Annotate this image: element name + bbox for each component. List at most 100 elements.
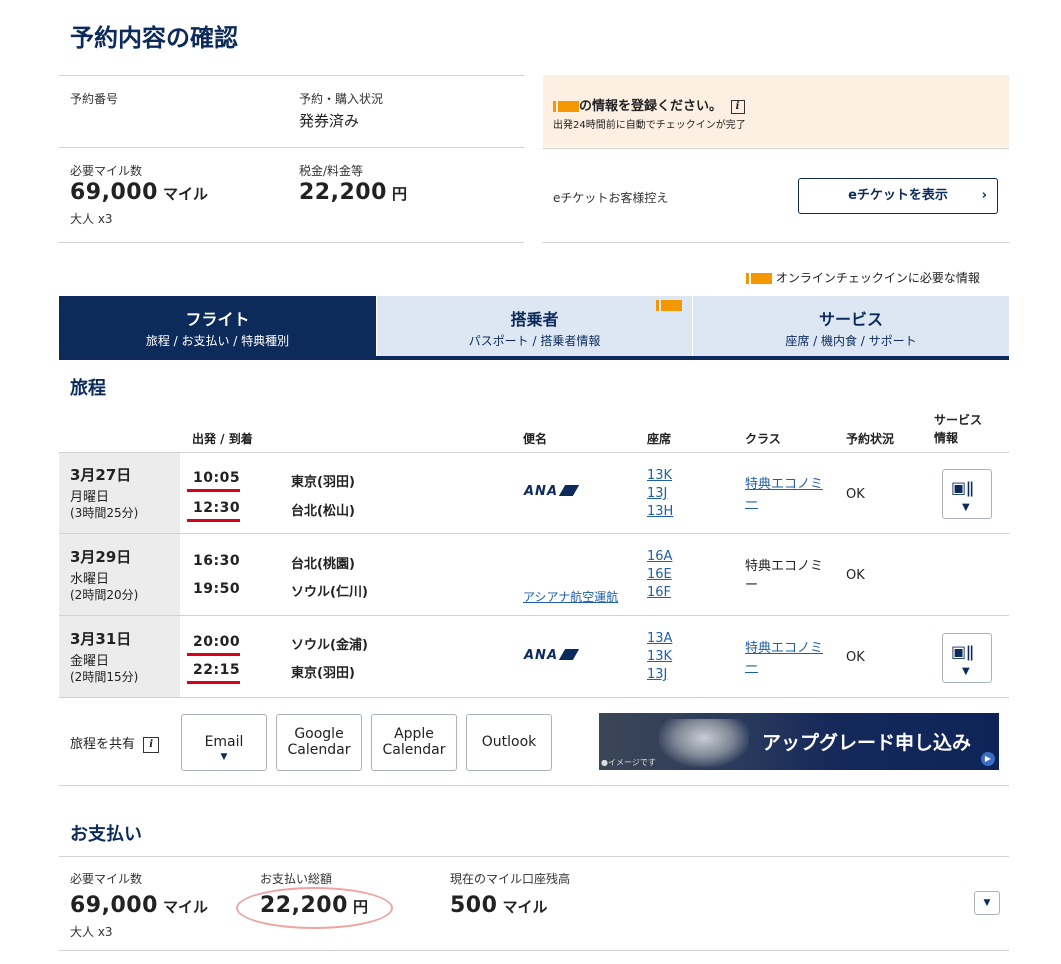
seat-link[interactable]: 13J — [647, 666, 672, 684]
payment-miles-amount: 69,000 マイル — [70, 893, 208, 918]
info-icon[interactable]: i — [143, 736, 160, 753]
seat-link[interactable]: 16E — [647, 566, 672, 584]
share-outlook-button[interactable]: Outlook — [466, 714, 552, 771]
tax-amount: 22,200 円 — [299, 180, 407, 205]
tab-service-sub: 座席 / 機内食 / サポート — [785, 334, 917, 348]
email-label: Email — [204, 734, 244, 750]
view-eticket-button[interactable]: eチケットを表示 › — [798, 178, 998, 214]
service-info-button[interactable]: ▣ǁ ▼ — [942, 469, 992, 519]
itinerary-heading: 旅程 — [70, 378, 106, 399]
checkin-notice: の情報を登録ください。 i 出発24時間前に自動でチェックインが完了 — [543, 75, 1009, 147]
row1-class[interactable]: 特典エコノミー — [745, 475, 835, 513]
tab-passenger[interactable]: 搭乗者 パスポート / 搭乗者情報 — [377, 296, 692, 356]
tax-label: 税金/料金等 — [299, 164, 364, 178]
balance-unit: マイル — [502, 898, 548, 916]
col-status: 予約状況 — [846, 432, 895, 446]
payment-miles-label: 必要マイル数 — [70, 872, 143, 886]
red-underline — [187, 681, 240, 684]
play-arrow-icon: ▶ — [981, 752, 995, 766]
row1-duration: (3時間25分) — [70, 506, 139, 520]
ticket-icon — [746, 273, 772, 284]
ticket-icon — [553, 101, 579, 112]
booking-number-label: 予約番号 — [70, 92, 119, 106]
col-seats: 座席 — [647, 432, 672, 446]
tab-service-title: サービス — [818, 310, 883, 329]
row1-airline: ANA — [524, 484, 559, 499]
upgrade-banner[interactable]: ●イメージです アップグレード申し込み ▶ — [599, 713, 999, 770]
balance-label: 現在のマイル口座残高 — [450, 872, 571, 886]
status-label: 予約・購入状況 — [299, 92, 384, 106]
service-info-button[interactable]: ▣ǁ ▼ — [942, 633, 992, 683]
tab-service[interactable]: サービス 座席 / 機内食 / サポート — [693, 296, 1009, 356]
chevron-down-icon: ▼ — [962, 666, 970, 677]
row1-arr-time: 12:30 — [193, 500, 241, 516]
google-calendar-label: Google Calendar — [287, 726, 351, 758]
banner-image — [659, 719, 749, 767]
row2-status: OK — [846, 568, 865, 583]
row2-date-cell: 3月29日 水曜日 (2時間20分) — [59, 534, 180, 615]
row3-dep-city: ソウル(金浦) — [291, 638, 368, 653]
checkin-legend-text: オンラインチェックインに必要な情報 — [775, 271, 980, 285]
col-flight: 便名 — [523, 432, 548, 446]
meal-icon: ▣ǁ — [951, 478, 974, 497]
red-underline — [187, 489, 240, 492]
tab-flight[interactable]: フライト 旅程 / お支払い / 特典種別 — [59, 296, 376, 356]
view-eticket-label: eチケットを表示 — [848, 188, 948, 203]
status-value: 発券済み — [299, 112, 360, 130]
row3-class[interactable]: 特典エコノミー — [745, 639, 835, 677]
row3-date: 3月31日 — [70, 630, 132, 648]
share-email-button[interactable]: Email ▼ — [181, 714, 267, 771]
row2-class: 特典エコノミー — [745, 559, 824, 593]
seat-link[interactable]: 13H — [647, 503, 673, 521]
red-underline — [187, 519, 240, 522]
apple-calendar-label: Apple Calendar — [382, 726, 446, 758]
seat-link[interactable]: 13K — [647, 467, 673, 485]
share-apple-calendar-button[interactable]: Apple Calendar — [371, 714, 457, 771]
seat-link[interactable]: 13A — [647, 630, 672, 648]
checkin-legend: オンラインチェックインに必要な情報 — [746, 269, 980, 286]
row2-duration: (2時間20分) — [70, 588, 139, 602]
notice-title: の情報を登録ください。 — [579, 99, 723, 114]
payment-passengers: 大人 x3 — [70, 925, 113, 939]
expand-payment-button[interactable]: ▼ — [974, 891, 1000, 915]
banner-text: アップグレード申し込み — [762, 732, 972, 754]
seat-link[interactable]: 13J — [647, 485, 673, 503]
tab-underline — [59, 356, 1009, 360]
chevron-right-icon: › — [981, 188, 987, 203]
row2-arr-time: 19:50 — [193, 581, 241, 597]
row2-date: 3月29日 — [70, 548, 132, 566]
col-service: サービス 情報 — [934, 413, 983, 445]
payment-miles-unit: マイル — [163, 898, 209, 916]
row3-date-cell: 3月31日 金曜日 (2時間15分) — [59, 616, 180, 697]
row2-dep-time: 16:30 — [193, 553, 241, 569]
tab-flight-title: フライト — [185, 310, 250, 329]
row2-arr-city: ソウル(仁川) — [291, 585, 368, 600]
passenger-count: 大人 x3 — [70, 212, 113, 226]
outlook-label: Outlook — [481, 734, 537, 750]
row1-weekday: 月曜日 — [70, 490, 110, 505]
row2-seats[interactable]: 16A 16E 16F — [647, 548, 672, 602]
col-dep-arr: 出発 / 到着 — [192, 432, 253, 446]
row3-dep-time: 20:00 — [193, 634, 241, 650]
row3-arr-city: 東京(羽田) — [291, 666, 355, 681]
info-icon[interactable]: i — [730, 99, 745, 114]
page-title: 予約内容の確認 — [70, 24, 238, 52]
tax-value: 22,200 — [299, 180, 387, 205]
payment-heading: お支払い — [70, 824, 142, 845]
banner-caption: ●イメージです — [601, 758, 656, 767]
row1-date-cell: 3月27日 月曜日 (3時間25分) — [59, 453, 180, 533]
row1-seats[interactable]: 13K 13J 13H — [647, 467, 673, 521]
share-google-calendar-button[interactable]: Google Calendar — [276, 714, 362, 771]
row2-dep-city: 台北(桃園) — [291, 557, 355, 572]
miles-value: 69,000 — [70, 180, 158, 205]
seat-link[interactable]: 16F — [647, 584, 672, 602]
row3-arr-time: 22:15 — [193, 662, 241, 678]
tab-passenger-sub: パスポート / 搭乗者情報 — [468, 334, 601, 348]
row2-operator-link[interactable]: アシアナ航空運航 — [523, 588, 618, 605]
tab-passenger-title: 搭乗者 — [510, 310, 559, 329]
payment-total-unit: 円 — [353, 898, 369, 916]
ticket-icon — [656, 300, 682, 311]
seat-link[interactable]: 13K — [647, 648, 672, 666]
seat-link[interactable]: 16A — [647, 548, 672, 566]
row3-seats[interactable]: 13A 13K 13J — [647, 630, 672, 684]
